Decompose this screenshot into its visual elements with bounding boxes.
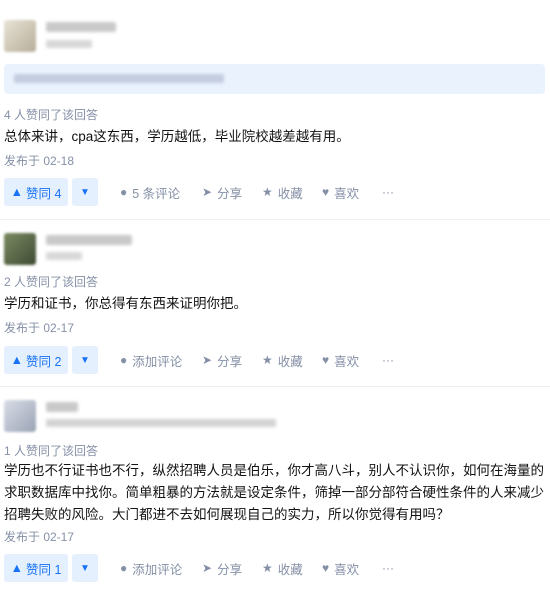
like-label: 喜欢 [334, 186, 360, 201]
upvote-label: 赞同 2 [25, 354, 62, 369]
comment-button[interactable]: ● 添加评论 [120, 554, 182, 582]
comment-bubble-icon: ● [120, 561, 128, 575]
author-bio-blurred [46, 40, 92, 48]
publish-date[interactable]: 发布于 02-18 [4, 154, 74, 168]
avatar[interactable] [4, 233, 36, 265]
action-bar: ▲ 赞同 2 ▼ ● 添加评论 ➤ 分享 ★ 收藏 ♥ 喜欢 ··· [4, 346, 544, 374]
share-button[interactable]: ➤ 分享 [202, 346, 242, 374]
avatar[interactable] [4, 400, 36, 432]
author-name-blurred[interactable] [46, 235, 132, 245]
share-button[interactable]: ➤ 分享 [202, 178, 242, 206]
triangle-up-icon: ▲ [10, 185, 23, 199]
upvote-button[interactable]: ▲ 赞同 1 [4, 554, 68, 582]
collect-label: 收藏 [277, 354, 303, 369]
collect-button[interactable]: ★ 收藏 [262, 554, 303, 582]
downvote-button[interactable]: ▼ [72, 178, 98, 206]
more-dots-icon: ··· [382, 185, 394, 199]
share-arrow-icon: ➤ [202, 353, 213, 367]
collapsed-content-preview[interactable] [4, 64, 545, 94]
comment-label: 5 条评论 [132, 186, 181, 201]
publish-date[interactable]: 发布于 02-17 [4, 321, 74, 335]
collect-button[interactable]: ★ 收藏 [262, 178, 303, 206]
more-button[interactable]: ··· [382, 346, 394, 374]
answer-content: 学历也不行证书也不行，纵然招聘人员是伯乐，你才高八斗，别人不认识你，如何在海量的… [4, 463, 544, 522]
answer-content: 学历和证书，你总得有东西来证明你把。 [4, 296, 247, 311]
action-bar: ▲ 赞同 1 ▼ ● 添加评论 ➤ 分享 ★ 收藏 ♥ 喜欢 ··· [4, 554, 544, 582]
share-arrow-icon: ➤ [202, 561, 213, 575]
comment-label: 添加评论 [132, 354, 183, 369]
answer-3: 1 人赞同了该回答 学历也不行证书也不行，纵然招聘人员是伯乐，你才高八斗，别人不… [0, 387, 550, 589]
heart-icon: ♥ [322, 185, 330, 199]
comment-bubble-icon: ● [120, 185, 128, 199]
comment-bubble-icon: ● [120, 353, 128, 367]
collect-button[interactable]: ★ 收藏 [262, 346, 303, 374]
author-name-blurred[interactable] [46, 402, 78, 412]
upvote-button[interactable]: ▲ 赞同 4 [4, 178, 68, 206]
publish-date[interactable]: 发布于 02-17 [4, 530, 74, 544]
author-bio-blurred [46, 419, 276, 427]
vote-count-line: 2 人赞同了该回答 [4, 275, 99, 289]
triangle-up-icon: ▲ [10, 353, 23, 367]
upvote-label: 赞同 4 [25, 186, 62, 201]
triangle-down-icon: ▼ [80, 186, 90, 198]
share-button[interactable]: ➤ 分享 [202, 554, 242, 582]
triangle-down-icon: ▼ [80, 562, 90, 574]
triangle-up-icon: ▲ [10, 561, 23, 575]
downvote-button[interactable]: ▼ [72, 554, 98, 582]
comment-button[interactable]: ● 添加评论 [120, 346, 182, 374]
like-label: 喜欢 [334, 562, 360, 577]
upvote-label: 赞同 1 [25, 562, 62, 577]
more-dots-icon: ··· [382, 561, 394, 575]
star-icon: ★ [262, 185, 273, 199]
more-dots-icon: ··· [382, 353, 394, 367]
answer-2: 2 人赞同了该回答 学历和证书，你总得有东西来证明你把。 发布于 02-17 ▲… [0, 220, 550, 388]
collect-label: 收藏 [277, 562, 303, 577]
share-label: 分享 [217, 354, 243, 369]
author-bio-blurred [46, 252, 82, 260]
triangle-down-icon: ▼ [80, 354, 90, 366]
action-bar: ▲ 赞同 4 ▼ ● 5 条评论 ➤ 分享 ★ 收藏 ♥ 喜欢 ··· [4, 178, 544, 206]
collect-label: 收藏 [277, 186, 303, 201]
author-name-blurred[interactable] [46, 22, 116, 32]
share-arrow-icon: ➤ [202, 185, 213, 199]
preview-text-blurred [14, 74, 224, 83]
heart-icon: ♥ [322, 353, 330, 367]
share-label: 分享 [217, 186, 243, 201]
like-label: 喜欢 [334, 354, 360, 369]
more-button[interactable]: ··· [382, 554, 394, 582]
star-icon: ★ [262, 561, 273, 575]
more-button[interactable]: ··· [382, 178, 394, 206]
like-button[interactable]: ♥ 喜欢 [322, 346, 359, 374]
like-button[interactable]: ♥ 喜欢 [322, 178, 359, 206]
like-button[interactable]: ♥ 喜欢 [322, 554, 359, 582]
heart-icon: ♥ [322, 561, 330, 575]
star-icon: ★ [262, 353, 273, 367]
vote-count-line: 1 人赞同了该回答 [4, 444, 99, 458]
answer-1: 4 人赞同了该回答 总体来讲，cpa这东西，学历越低，毕业院校越差越有用。 发布… [0, 0, 550, 215]
vote-count-line: 4 人赞同了该回答 [4, 108, 99, 122]
avatar[interactable] [4, 20, 36, 52]
comment-button[interactable]: ● 5 条评论 [120, 178, 180, 206]
comment-label: 添加评论 [132, 562, 183, 577]
downvote-button[interactable]: ▼ [72, 346, 98, 374]
share-label: 分享 [217, 562, 243, 577]
answer-content: 总体来讲，cpa这东西，学历越低，毕业院校越差越有用。 [4, 129, 350, 144]
upvote-button[interactable]: ▲ 赞同 2 [4, 346, 68, 374]
